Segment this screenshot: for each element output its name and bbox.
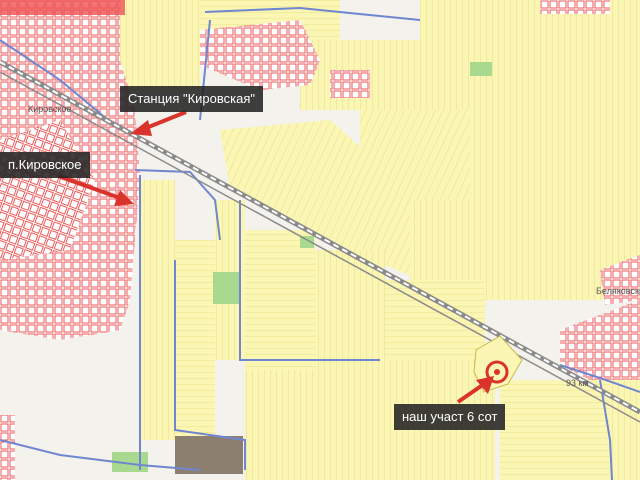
- map-canvas[interactable]: [0, 0, 640, 480]
- callout-station: Станция "Кировская": [120, 86, 263, 112]
- map-label-right-settlement: Беляковский: [596, 286, 640, 296]
- map-label-kirovskoe: Кировское: [28, 104, 72, 114]
- field-parcels: [120, 0, 640, 480]
- callout-plot: наш участ 6 сот: [394, 404, 506, 430]
- settlement-southwest: [0, 415, 15, 480]
- map-view[interactable]: Кировское Беляковский 93 км Станция "Кир…: [0, 0, 640, 480]
- map-label-road-km: 93 км: [566, 378, 589, 388]
- callout-village: п.Кировское: [0, 152, 90, 178]
